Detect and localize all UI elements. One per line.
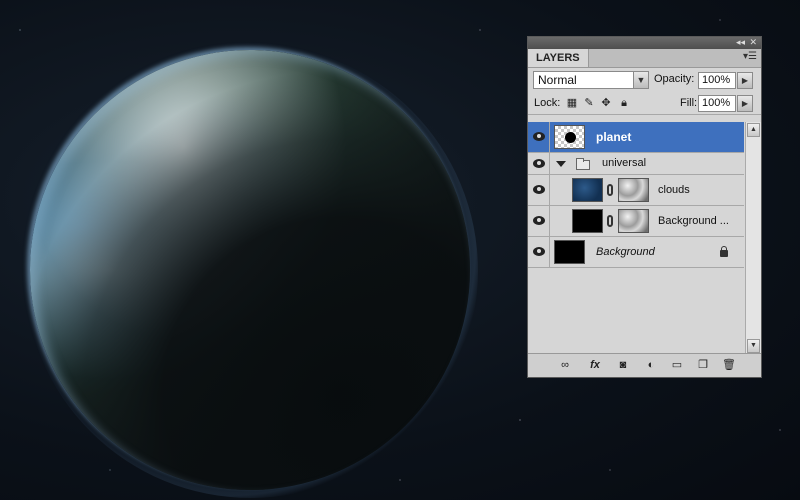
opacity-slider-button[interactable]: ▶ (737, 72, 753, 89)
link-layers-icon[interactable]: ∞ (558, 359, 572, 371)
lock-label: Lock: (534, 97, 561, 109)
planet-image (30, 50, 470, 490)
blend-opacity-row: Normal ▼ Opacity: 100% ▶ (528, 68, 761, 92)
lock-all-icon[interactable]: 🔒︎ (618, 97, 630, 109)
eye-icon[interactable] (533, 158, 545, 168)
layer-row-planet[interactable]: planet (528, 122, 744, 153)
scroll-up-icon[interactable]: ▲ (747, 123, 760, 137)
lock-image-pixels-icon[interactable]: ✎ (583, 97, 595, 109)
padlock-icon (720, 246, 728, 257)
layer-name[interactable]: Background (596, 246, 655, 258)
layer-row-background[interactable]: Background (528, 237, 744, 268)
panel-titlebar[interactable]: ◂◂ ✕ (528, 37, 761, 49)
layer-mask-thumbnail[interactable] (618, 209, 649, 233)
visibility-toggle[interactable] (528, 122, 550, 152)
visibility-toggle[interactable] (528, 153, 550, 174)
add-mask-icon[interactable]: ◙ (616, 359, 630, 371)
link-chain-icon[interactable] (607, 215, 613, 227)
fill-slider-button[interactable]: ▶ (737, 95, 753, 112)
layer-thumbnail (572, 178, 603, 202)
eye-icon[interactable] (533, 132, 545, 141)
close-panel-icon[interactable]: ✕ (749, 36, 757, 48)
blend-mode-select[interactable]: Normal ▼ (533, 71, 649, 89)
layer-name[interactable]: universal (602, 157, 646, 169)
layers-panel: ◂◂ ✕ LAYERS ▾☰ Normal ▼ Opacity: 100% ▶ … (527, 36, 762, 378)
eye-icon[interactable] (533, 216, 545, 225)
panel-bottom-bar: ∞ fx ◙ ◐ ▭ ❐ 🗑︎ (528, 353, 761, 377)
folder-icon (576, 158, 590, 170)
layer-row-clouds[interactable]: clouds (528, 175, 744, 206)
opacity-label: Opacity: (654, 73, 695, 85)
layer-style-fx-icon[interactable]: fx (586, 359, 604, 371)
layer-row-universal-group[interactable]: universal (528, 153, 744, 175)
lock-transparent-pixels-icon[interactable]: ▦ (566, 97, 578, 109)
layer-name[interactable]: planet (596, 130, 631, 144)
trash-icon[interactable]: 🗑︎ (722, 359, 736, 371)
layer-name[interactable]: Background ... (658, 215, 729, 227)
panel-menu-icon[interactable]: ▾☰ (743, 51, 757, 62)
eye-icon[interactable] (533, 247, 545, 256)
opacity-input[interactable]: 100% (698, 72, 736, 89)
layer-thumbnail (554, 125, 585, 149)
expand-triangle-icon[interactable] (556, 161, 566, 167)
panel-tab-row: LAYERS ▾☰ (528, 49, 761, 68)
blend-mode-value: Normal (538, 73, 577, 87)
layers-list: planet universal clouds Background ... B… (528, 122, 744, 354)
fill-label: Fill: (680, 97, 698, 109)
eye-icon[interactable] (533, 185, 545, 194)
new-group-icon[interactable]: ▭ (670, 359, 684, 371)
visibility-toggle[interactable] (528, 206, 550, 236)
visibility-toggle[interactable] (528, 175, 550, 205)
layers-scrollbar[interactable]: ▲ ▼ (745, 122, 761, 354)
link-chain-icon[interactable] (607, 184, 613, 196)
fill-input[interactable]: 100% (698, 95, 736, 112)
layer-thumbnail (554, 240, 585, 264)
new-layer-icon[interactable]: ❐ (696, 359, 710, 371)
adjustment-layer-icon[interactable]: ◐ (644, 359, 658, 371)
visibility-toggle[interactable] (528, 237, 550, 267)
lock-fill-row: Lock: ▦ ✎ ✥ 🔒︎ Fill: 100% ▶ (528, 92, 761, 115)
scroll-down-icon[interactable]: ▼ (747, 339, 760, 353)
collapse-panel-icon[interactable]: ◂◂ (736, 36, 745, 48)
lock-position-icon[interactable]: ✥ (600, 97, 612, 109)
chevron-down-icon[interactable]: ▼ (633, 72, 648, 88)
layer-thumbnail (572, 209, 603, 233)
layer-mask-thumbnail[interactable] (618, 178, 649, 202)
tab-layers[interactable]: LAYERS (528, 49, 589, 67)
layer-name[interactable]: clouds (658, 184, 690, 196)
layer-row-background-copy[interactable]: Background ... (528, 206, 744, 237)
